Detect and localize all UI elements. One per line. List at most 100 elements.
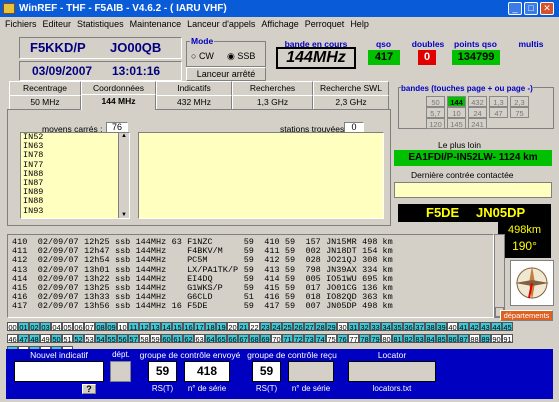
dept-cell-89[interactable]: 89 [480, 334, 491, 344]
dept-cell-18[interactable]: 18 [205, 322, 216, 332]
dept-input[interactable] [110, 361, 131, 382]
dept-cell-10[interactable]: 10 [117, 322, 128, 332]
dept-cell-74[interactable]: 74 [315, 334, 326, 344]
square-list-item[interactable]: IN93 [23, 206, 129, 216]
menu-item-statistiques[interactable]: Statistiques [77, 19, 124, 29]
close-button[interactable]: ✕ [540, 2, 554, 15]
band-tab-0[interactable]: 50 MHz [9, 95, 81, 109]
dept-cell-46[interactable]: 46 [7, 334, 18, 344]
band-button-241[interactable]: 241 [468, 118, 487, 129]
band-button-50[interactable]: 50 [426, 96, 445, 107]
menu-item-maintenance[interactable]: Maintenance [130, 19, 182, 29]
dept-cell-16[interactable]: 16 [183, 322, 194, 332]
dept-cell-48[interactable]: 48 [29, 334, 40, 344]
log-scrollbar[interactable] [494, 234, 505, 318]
dept-cell-84[interactable]: 84 [425, 334, 436, 344]
dept-cell-63[interactable]: 63 [194, 334, 205, 344]
minimize-button[interactable]: _ [508, 2, 522, 15]
band-button-75[interactable]: 75 [510, 107, 529, 118]
band-button-5-7[interactable]: 5,7 [426, 107, 445, 118]
band-button-1-3[interactable]: 1,3 [489, 96, 508, 107]
dept-cell-51[interactable]: 51 [62, 334, 73, 344]
recv-serial-input[interactable] [288, 361, 334, 382]
dept-cell-45[interactable]: 45 [502, 322, 513, 332]
dept-cell-31[interactable]: 31 [348, 322, 359, 332]
tab-recherches[interactable]: Recherches [232, 81, 313, 95]
dept-cell-52[interactable]: 52 [73, 334, 84, 344]
dept-cell-23[interactable]: 23 [260, 322, 271, 332]
dept-cell-62[interactable]: 62 [183, 334, 194, 344]
dept-cell-12[interactable]: 12 [139, 322, 150, 332]
dept-cell-80[interactable]: 80 [381, 334, 392, 344]
dept-cell-53[interactable]: 53 [84, 334, 95, 344]
dept-cell-30[interactable]: 30 [337, 322, 348, 332]
tab-recentrage[interactable]: Recentrage [9, 81, 81, 95]
dept-cell-39[interactable]: 39 [436, 322, 447, 332]
band-tab-1[interactable]: 144 MHz [81, 94, 156, 110]
locator-input[interactable] [348, 361, 436, 382]
dept-cell-70[interactable]: 70 [271, 334, 282, 344]
dept-cell-26[interactable]: 26 [293, 322, 304, 332]
band-button-145[interactable]: 145 [447, 118, 466, 129]
dept-cell-05[interactable]: 05 [62, 322, 73, 332]
table-row[interactable]: 417 02/09/07 13h56 ssb 144MHz 16 F5DE 59 417 59 00… [12, 302, 493, 311]
cw-radio[interactable]: ○ CW [191, 51, 214, 61]
dept-cell-19[interactable]: 19 [216, 322, 227, 332]
ssb-radio[interactable]: ◉ SSB [227, 51, 255, 62]
dept-cell-24[interactable]: 24 [271, 322, 282, 332]
stations-list[interactable] [138, 132, 384, 219]
menu-item-fichiers[interactable]: Fichiers [5, 19, 37, 29]
dept-cell-00[interactable]: 00 [7, 322, 18, 332]
dept-cell-85[interactable]: 85 [436, 334, 447, 344]
dept-cell-91[interactable]: 91 [502, 334, 513, 344]
dept-cell-58[interactable]: 58 [139, 334, 150, 344]
launcher-status-button[interactable]: Lanceur arrêté [186, 67, 266, 81]
dept-cell-22[interactable]: 22 [249, 322, 260, 332]
dept-cell-87[interactable]: 87 [458, 334, 469, 344]
dept-cell-71[interactable]: 71 [282, 334, 293, 344]
dept-cell-14[interactable]: 14 [161, 322, 172, 332]
band-button-10[interactable]: 10 [447, 107, 466, 118]
maximize-button[interactable]: □ [524, 2, 538, 15]
qso-log[interactable]: 410 02/09/07 12h25 ssb 144MHz 63 F1NZC 59 410 59 1… [7, 234, 494, 318]
band-button-2-3[interactable]: 2,3 [510, 96, 529, 107]
dept-cell-78[interactable]: 78 [359, 334, 370, 344]
tab-indicatifs[interactable]: Indicatifs [156, 81, 232, 95]
recv-rst-input[interactable]: 59 [252, 361, 281, 382]
dept-cell-81[interactable]: 81 [392, 334, 403, 344]
dept-cell-55[interactable]: 55 [106, 334, 117, 344]
dept-cell-21[interactable]: 21 [238, 322, 249, 332]
dept-cell-73[interactable]: 73 [304, 334, 315, 344]
dept-cell-86[interactable]: 86 [447, 334, 458, 344]
scroll-down-icon[interactable]: ▼ [119, 212, 129, 218]
dept-cell-54[interactable]: 54 [95, 334, 106, 344]
dept-cell-82[interactable]: 82 [403, 334, 414, 344]
menu-item-affichage[interactable]: Affichage [261, 19, 298, 29]
sent-serial-input[interactable]: 418 [184, 361, 230, 382]
dept-cell-67[interactable]: 67 [238, 334, 249, 344]
dept-cell-15[interactable]: 15 [172, 322, 183, 332]
band-button-144[interactable]: 144 [447, 96, 466, 107]
dept-cell-68[interactable]: 68 [249, 334, 260, 344]
menu-item-perroquet[interactable]: Perroquet [305, 19, 345, 29]
menu-item-help[interactable]: Help [350, 19, 369, 29]
tab-rechercheswl[interactable]: Recherche SWL [313, 81, 389, 95]
dept-cell-09[interactable]: 09 [106, 322, 117, 332]
squares-scrollbar[interactable]: ▲ ▼ [118, 133, 129, 218]
dept-cell-02[interactable]: 02 [29, 322, 40, 332]
dept-cell-37[interactable]: 37 [414, 322, 425, 332]
dept-cell-29[interactable]: 29 [326, 322, 337, 332]
dept-cell-77[interactable]: 77 [348, 334, 359, 344]
dept-cell-36[interactable]: 36 [403, 322, 414, 332]
dept-cell-44[interactable]: 44 [491, 322, 502, 332]
dept-cell-06[interactable]: 06 [73, 322, 84, 332]
dept-cell-59[interactable]: 59 [150, 334, 161, 344]
dept-cell-69[interactable]: 69 [260, 334, 271, 344]
dept-cell-27[interactable]: 27 [304, 322, 315, 332]
new-call-input[interactable] [14, 361, 104, 382]
dept-cell-56[interactable]: 56 [117, 334, 128, 344]
sent-rst-input[interactable]: 59 [148, 361, 177, 382]
dept-cell-65[interactable]: 65 [216, 334, 227, 344]
band-tab-4[interactable]: 2,3 GHz [313, 95, 389, 109]
dept-cell-40[interactable]: 40 [447, 322, 458, 332]
